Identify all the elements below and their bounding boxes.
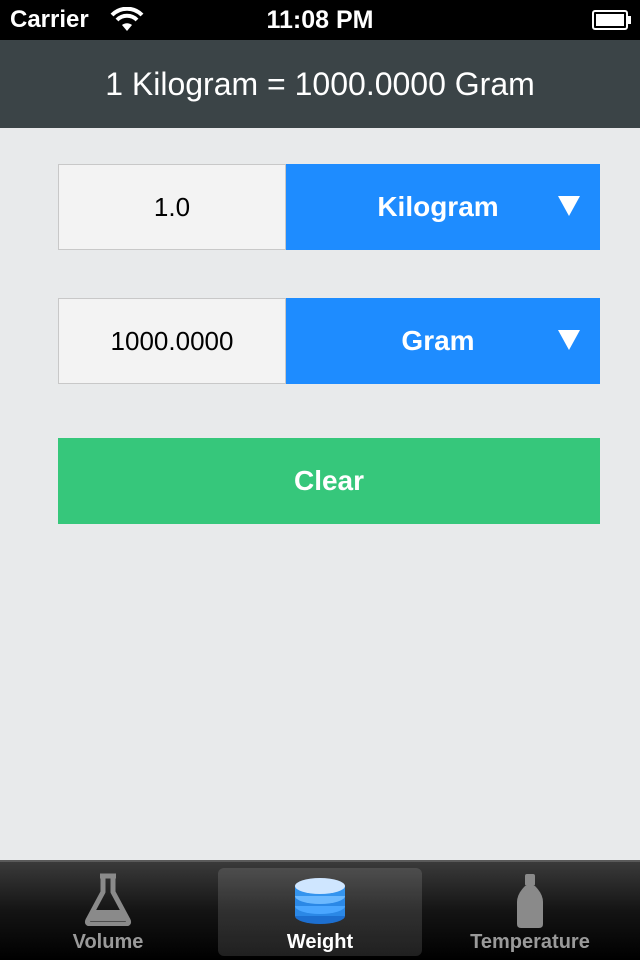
- from-row: 1.0 Kilogram: [58, 164, 600, 250]
- from-value-text: 1.0: [153, 191, 191, 222]
- tab-temperature-label: Temperature: [470, 931, 590, 953]
- to-row: 1000.0000 Gram: [58, 298, 600, 384]
- conversion-title: 1 Kilogram = 1000.0000 Gram: [105, 65, 535, 102]
- to-value-text: 1000.0000: [110, 325, 234, 356]
- dropdown-triangle-icon: [558, 196, 580, 216]
- to-unit-select[interactable]: Gram: [286, 298, 600, 384]
- conversion-title-bar: 1 Kilogram = 1000.0000 Gram: [0, 40, 640, 128]
- to-value-input[interactable]: 1000.0000: [58, 298, 286, 384]
- clear-button[interactable]: Clear: [58, 438, 600, 524]
- tab-weight-label: Weight: [286, 931, 354, 953]
- flask-icon: [84, 873, 132, 926]
- status-time: 11:08 PM: [266, 6, 374, 34]
- weight-stack-icon: [295, 878, 345, 924]
- to-unit-label: Gram: [401, 325, 475, 356]
- dropdown-triangle-icon: [558, 330, 580, 350]
- tab-weight[interactable]: Weight: [218, 868, 422, 956]
- tab-bar: Volume Weight Temperature: [0, 860, 640, 960]
- battery-icon: [592, 10, 631, 30]
- bottle-icon: [517, 874, 543, 928]
- tab-volume-label: Volume: [72, 931, 144, 953]
- clear-button-label: Clear: [293, 465, 365, 496]
- from-unit-select[interactable]: Kilogram: [286, 164, 600, 250]
- from-unit-label: Kilogram: [377, 191, 499, 222]
- tab-volume[interactable]: Volume: [6, 868, 210, 956]
- status-bar: Carrier 11:08 PM: [0, 0, 640, 40]
- from-value-input[interactable]: 1.0: [58, 164, 286, 250]
- tab-temperature[interactable]: Temperature: [428, 868, 632, 956]
